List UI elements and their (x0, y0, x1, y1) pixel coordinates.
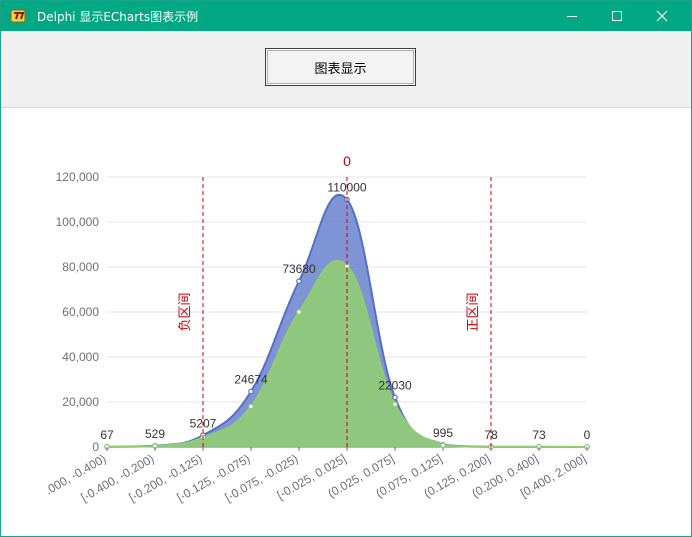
y-tick-label: 120,000 (56, 170, 100, 184)
maximize-icon (612, 11, 622, 21)
minimize-button[interactable] (549, 1, 595, 31)
y-tick-label: 40,000 (62, 350, 99, 364)
data-label: 22030 (378, 378, 412, 392)
series-1-point (296, 278, 302, 285)
y-tick-label: 20,000 (62, 395, 99, 409)
show-chart-button[interactable]: 图表显示 (265, 48, 416, 86)
delphi-app-icon (10, 9, 26, 23)
y-tick-label: 0 (92, 440, 99, 454)
data-label: 995 (433, 426, 453, 440)
y-tick-label: 60,000 (62, 305, 99, 319)
series-2-point (296, 309, 302, 315)
data-label: 0 (584, 428, 591, 442)
y-tick-label: 100,000 (56, 215, 100, 229)
data-label: 24674 (234, 372, 268, 386)
mark-line-label: 负区间 (177, 292, 192, 331)
close-button[interactable] (639, 1, 685, 31)
distribution-chart: 0 20,000 40,000 60,000 80,000 100,000 120,000 6… (43, 153, 591, 505)
data-label: 67 (100, 428, 114, 442)
close-icon (656, 10, 668, 22)
mark-line-label: 正区间 (465, 292, 480, 331)
data-label: 73680 (282, 262, 316, 276)
series-2-point (392, 401, 398, 408)
echarts-panel: 0 20,000 40,000 60,000 80,000 100,000 120,000 6… (2, 108, 690, 528)
title-bar[interactable]: Delphi 显示ECharts图表示例 (1, 1, 691, 31)
mark-line-label: 0 (343, 153, 351, 169)
maximize-button[interactable] (594, 1, 640, 31)
series-2-point (248, 403, 254, 410)
window-title: Delphi 显示ECharts图表示例 (37, 10, 199, 24)
series-2-point (440, 442, 446, 449)
series-1-point (248, 388, 254, 395)
series-1-point (392, 394, 398, 401)
data-label: 73 (532, 428, 546, 442)
button-panel: 图表显示 (1, 31, 691, 108)
data-label: 529 (145, 427, 165, 441)
app-window: Delphi 显示ECharts图表示例 图表显示 0 20,000 40,000 6… (0, 0, 692, 537)
minimize-icon (567, 16, 577, 17)
y-tick-label: 80,000 (62, 260, 99, 274)
